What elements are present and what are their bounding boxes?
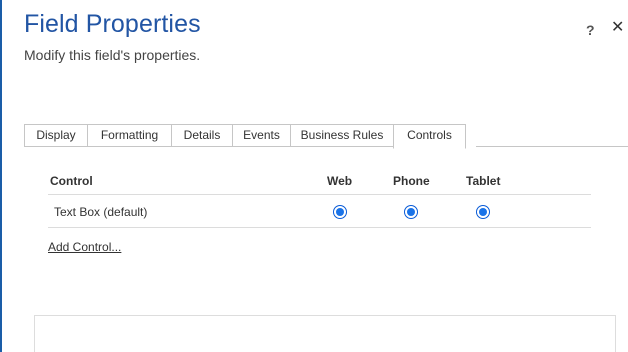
controls-grid-header: Control Web Phone Tablet	[48, 174, 591, 194]
column-header-web: Web	[327, 174, 353, 188]
phone-radio-button[interactable]	[404, 205, 418, 219]
tab-underline	[476, 146, 628, 147]
tablet-radio-button[interactable]	[476, 205, 490, 219]
tab-events[interactable]: Events	[232, 124, 290, 147]
grid-header-divider	[48, 194, 591, 195]
tab-details[interactable]: Details	[171, 124, 232, 147]
dialog-left-border	[0, 0, 2, 352]
grid-row-divider	[48, 227, 591, 228]
control-name-cell: Text Box (default)	[54, 205, 148, 219]
column-header-control: Control	[50, 174, 93, 188]
help-icon[interactable]: ?	[586, 22, 595, 38]
dialog-subtitle: Modify this field's properties.	[24, 47, 201, 63]
web-radio-button[interactable]	[333, 205, 347, 219]
tab-business-rules[interactable]: Business Rules	[290, 124, 393, 147]
tab-controls[interactable]: Controls	[393, 124, 466, 149]
control-properties-panel	[34, 315, 616, 352]
add-control-link[interactable]: Add Control...	[48, 240, 121, 254]
field-properties-dialog: Field Properties Modify this field's pro…	[0, 0, 628, 352]
tab-bar: Display Formatting Details Events Busine…	[24, 124, 466, 149]
close-icon[interactable]: ✕	[611, 19, 624, 37]
table-row[interactable]: Text Box (default)	[48, 197, 591, 227]
dialog-title: Field Properties	[24, 10, 201, 38]
tab-formatting[interactable]: Formatting	[87, 124, 171, 147]
column-header-phone: Phone	[393, 174, 430, 188]
column-header-tablet: Tablet	[466, 174, 501, 188]
tab-display[interactable]: Display	[24, 124, 87, 147]
